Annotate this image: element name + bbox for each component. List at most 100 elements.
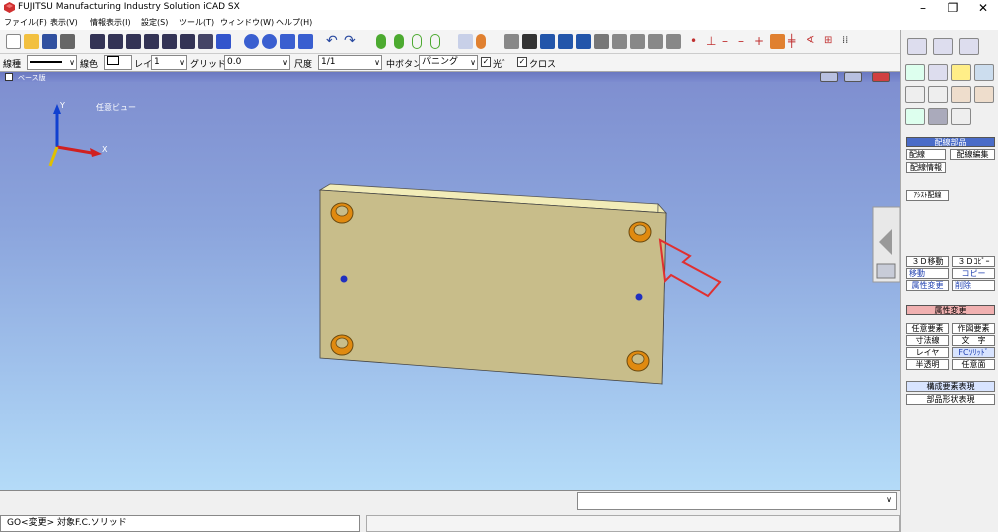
snap-icon[interactable] (522, 34, 537, 49)
layer-4-icon[interactable] (430, 34, 440, 49)
line-icon[interactable]: ⊥ (706, 34, 721, 49)
text-button[interactable]: 文 字 (952, 335, 995, 346)
pin-hole[interactable] (340, 275, 348, 283)
layer-3-icon[interactable] (412, 34, 422, 49)
line-color-combo[interactable] (104, 55, 132, 70)
render-icon[interactable] (216, 34, 231, 49)
scale-combo[interactable]: 1/1 ∨ (318, 55, 382, 70)
view-side-icon[interactable] (126, 34, 141, 49)
menu-help[interactable]: ヘルプ(H) (276, 17, 312, 28)
shade-icon[interactable] (244, 34, 259, 49)
close-button[interactable]: ✕ (968, 0, 998, 16)
menu-file[interactable]: ファイル(F) (4, 17, 47, 28)
minimize-button[interactable]: – (908, 0, 938, 16)
tree-icon[interactable] (928, 86, 948, 103)
grid-num-icon[interactable]: ⊞ (824, 34, 839, 49)
part-icon[interactable] (476, 34, 486, 49)
layer-1-icon[interactable] (376, 34, 386, 49)
3d-move-button[interactable]: ３Ｄ移動 (906, 256, 949, 267)
folder-icon[interactable] (951, 64, 971, 81)
dimension-line-button[interactable]: 寸法線 (906, 335, 949, 346)
layout-icon[interactable] (666, 34, 681, 49)
move-button[interactable]: 移動 (906, 268, 949, 279)
frame-icon[interactable] (928, 64, 948, 81)
dots-icon[interactable]: ⁞⁞ (842, 34, 857, 49)
structure-icon[interactable] (905, 86, 925, 103)
view-front-icon[interactable] (90, 34, 105, 49)
brush-icon[interactable] (951, 108, 971, 125)
menu-window[interactable]: ウィンドウ(W) (220, 17, 274, 28)
dash-icon[interactable]: – (722, 34, 737, 49)
view-back-icon[interactable] (144, 34, 159, 49)
tool-icon[interactable] (594, 34, 609, 49)
assembly-icon[interactable] (974, 86, 994, 103)
coord2-icon[interactable] (558, 34, 573, 49)
viewport-close-button[interactable] (872, 72, 890, 82)
gear-icon[interactable] (951, 86, 971, 103)
light-checkbox[interactable]: ✓ (481, 57, 491, 67)
panel-tool-icon-2[interactable] (933, 38, 953, 55)
pin-hole[interactable] (635, 293, 643, 301)
attribute-change-header[interactable]: 属性変更 (906, 305, 995, 315)
gr2-icon[interactable] (630, 34, 645, 49)
wiring-parts-header[interactable]: 配線部品 (906, 137, 995, 147)
attribute-change-button[interactable]: 属性変更 (906, 280, 949, 291)
new-file-icon[interactable] (6, 34, 21, 49)
machine-icon[interactable] (905, 108, 925, 125)
center-button-combo[interactable]: パニング ∨ (419, 55, 478, 70)
redo-icon[interactable]: ↷ (344, 34, 359, 49)
view-bottom-icon[interactable] (162, 34, 177, 49)
cross-icon[interactable]: + (754, 34, 769, 49)
panel-tool-icon-1[interactable] (907, 38, 927, 55)
wiring-edit-button[interactable]: 配線編集 (950, 149, 995, 160)
counterbore-hole[interactable] (626, 350, 650, 372)
grid-combo[interactable]: 0.0 ∨ (224, 55, 290, 70)
solid-plate[interactable] (318, 183, 667, 385)
angle-icon[interactable]: ∢ (806, 34, 821, 49)
wiring-button[interactable]: 配線 (906, 149, 946, 160)
menu-settings[interactable]: 設定(S) (141, 17, 168, 28)
viewport-maximize-button[interactable] (844, 72, 862, 82)
print-icon[interactable] (60, 34, 75, 49)
cursor-icon[interactable] (504, 34, 519, 49)
open-folder-icon[interactable] (24, 34, 39, 49)
dim-icon[interactable]: – (738, 34, 753, 49)
save-icon[interactable] (42, 34, 57, 49)
point-icon[interactable]: • (690, 34, 705, 49)
viewport-minimize-button[interactable] (820, 72, 838, 82)
check-icon[interactable] (905, 64, 925, 81)
counterbore-hole[interactable] (330, 334, 354, 356)
counterbore-hole[interactable] (628, 221, 652, 243)
any-element-button[interactable]: 任意要素 (906, 323, 949, 334)
command-history-combo[interactable]: ∨ (577, 492, 897, 510)
component-element-button[interactable]: 構成要素表現 (906, 381, 995, 392)
menu-tools[interactable]: ツール(T) (179, 17, 214, 28)
semi-transparent-button[interactable]: 半透明 (906, 359, 949, 370)
layer-2-icon[interactable] (394, 34, 404, 49)
any-face-button[interactable]: 任意面 (952, 359, 995, 370)
ap-icon[interactable] (770, 34, 785, 49)
menu-view[interactable]: 表示(V) (50, 17, 78, 28)
panel-collapse-tab[interactable] (872, 206, 900, 283)
view-top-icon[interactable] (108, 34, 123, 49)
hash-icon[interactable]: ╪ (788, 34, 803, 49)
wiring-icon[interactable] (928, 108, 948, 125)
play-icon[interactable] (280, 34, 295, 49)
layer-button[interactable]: レイヤ (906, 347, 949, 358)
bolt-icon[interactable] (974, 64, 994, 81)
copy-button[interactable]: コピー (952, 268, 995, 279)
layer-combo[interactable]: 1 ∨ (151, 55, 187, 70)
pencil-icon[interactable] (298, 34, 313, 49)
panel-tool-icon-3[interactable] (959, 38, 979, 55)
counterbore-hole[interactable] (330, 202, 354, 224)
assist-wiring-button[interactable]: ｱｼｽﾄ配線 (906, 190, 949, 201)
3d-copy-button[interactable]: ３Ｄｺﾋﾟｰ (952, 256, 995, 267)
command-line[interactable]: GO<変更> 対象F.C.ソリッド (0, 515, 360, 532)
fc-solid-button[interactable]: FCｿﾘｯﾄﾞ (952, 347, 995, 358)
wiring-info-button[interactable]: 配線情報 (906, 162, 946, 173)
drawing-element-button[interactable]: 作図要素 (952, 323, 995, 334)
view-any-icon[interactable] (198, 34, 213, 49)
part-shape-button[interactable]: 部品形状表現 (906, 394, 995, 405)
polygon-icon[interactable] (576, 34, 591, 49)
menu-info[interactable]: 情報表示(I) (90, 17, 131, 28)
